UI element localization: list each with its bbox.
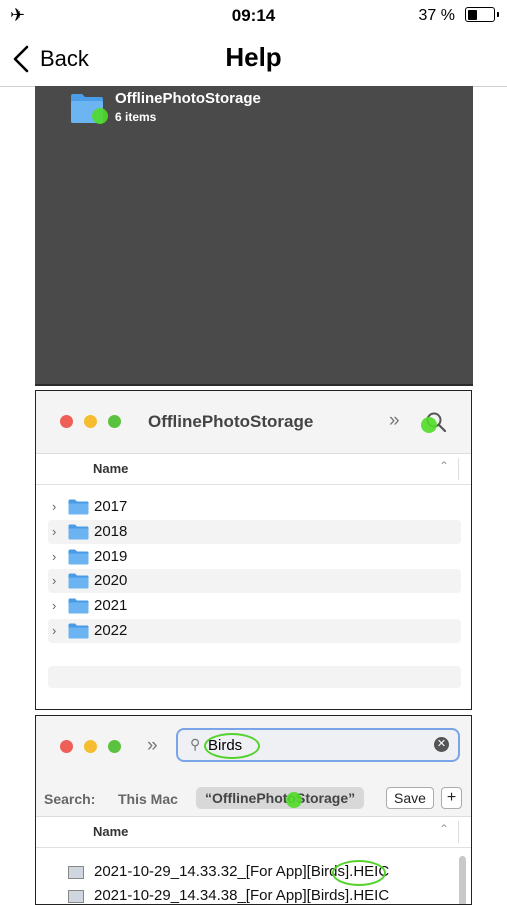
search-result-row[interactable]: 2021-10-29_14.34.38_[For App][Birds].HEI… [48, 885, 455, 904]
folder-row[interactable]: › 2017 [48, 495, 461, 519]
column-header[interactable]: Name ⌃ [36, 454, 471, 485]
window-titlebar: » ⚲ ✕ [36, 716, 471, 782]
toolbar-more-icon[interactable]: » [389, 410, 400, 432]
highlight-ring [332, 860, 386, 886]
image-file-icon [68, 890, 84, 903]
image-file-icon [68, 866, 84, 879]
folder-row-label: 2021 [94, 597, 128, 615]
nav-bar: Back Help [0, 32, 507, 87]
folder-row[interactable]: › 2022 [48, 619, 461, 643]
name-column-header[interactable]: Name [93, 461, 128, 476]
scope-this-mac[interactable]: This Mac [118, 791, 178, 807]
folder-icon [68, 598, 89, 614]
disclosure-triangle-icon[interactable]: › [52, 549, 56, 564]
finder-search-window: » ⚲ ✕ Search: This Mac “OfflinePhotoStor… [35, 715, 472, 905]
folder-row-label: 2022 [94, 622, 128, 639]
toolbar-more-icon[interactable]: » [147, 735, 158, 757]
tap-indicator [92, 108, 108, 124]
column-header[interactable]: Name ⌃ [36, 817, 471, 848]
tap-indicator [286, 792, 302, 808]
finder-window: OfflinePhotoStorage » Name ⌃ › 2017 › 2018 ›… [35, 390, 472, 710]
search-result-label: 2021-10-29_14.34.38_[For App][Birds].HEI… [94, 887, 390, 904]
column-divider [458, 458, 459, 480]
folder-icon [68, 499, 89, 515]
name-column-header[interactable]: Name [93, 824, 128, 839]
folder-row[interactable]: › 2019 [48, 545, 461, 569]
folder-icon [68, 573, 89, 589]
disclosure-triangle-icon[interactable]: › [52, 524, 56, 539]
folder-name[interactable]: OfflinePhotoStorage [115, 90, 261, 107]
battery-nub [497, 12, 499, 17]
scrollbar[interactable] [459, 856, 466, 904]
highlight-ring [204, 733, 260, 759]
window-title: OfflinePhotoStorage [148, 412, 314, 431]
page-title: Help [225, 42, 282, 72]
search-scope-bar: Search: This Mac “OfflinePhotoStorage” S… [36, 782, 471, 817]
folder-preview-panel: OfflinePhotoStorage 6 items [35, 86, 473, 386]
folder-icon [68, 623, 89, 639]
battery-icon [465, 7, 499, 22]
folder-row[interactable]: › 2021 [48, 594, 461, 618]
close-button[interactable] [60, 740, 73, 753]
search-result-row[interactable]: 2021-10-29_14.33.32_[For App][Birds].HEI… [48, 861, 455, 883]
battery-fill [467, 9, 477, 20]
sort-ascending-icon: ⌃ [438, 459, 449, 473]
folder-row-label: 2019 [94, 547, 128, 565]
minimize-button[interactable] [84, 740, 97, 753]
disclosure-triangle-icon[interactable]: › [52, 573, 56, 588]
scope-label: Search: [44, 791, 96, 807]
save-search-button[interactable]: Save [386, 787, 434, 809]
folder-row-label: 2017 [94, 498, 128, 515]
zoom-button[interactable] [108, 415, 121, 428]
tap-indicator [421, 417, 437, 433]
folder-row-label: 2018 [94, 522, 128, 540]
folder-row[interactable]: › 2018 [48, 519, 461, 544]
disclosure-triangle-icon[interactable]: › [52, 598, 56, 613]
clear-search-icon[interactable]: ✕ [434, 737, 449, 752]
folder-item-count: 6 items [115, 110, 157, 124]
folder-row-label: 2020 [94, 572, 128, 590]
minimize-button[interactable] [84, 415, 97, 428]
folder-row[interactable]: › 2020 [48, 569, 461, 594]
column-divider [458, 821, 459, 843]
scope-current-folder[interactable]: “OfflinePhotoStorage” [196, 787, 365, 809]
search-field[interactable]: ⚲ ✕ [176, 728, 460, 762]
disclosure-triangle-icon[interactable]: › [52, 623, 56, 638]
folder-icon [68, 549, 89, 565]
sort-ascending-icon: ⌃ [438, 822, 449, 836]
battery-percent: 37 % [418, 7, 455, 24]
folder-icon [68, 524, 89, 540]
add-criteria-button[interactable]: + [441, 787, 462, 809]
zoom-button[interactable] [108, 740, 121, 753]
status-bar: ✈ 09:14 37 % [0, 0, 507, 32]
disclosure-triangle-icon[interactable]: › [52, 499, 56, 514]
empty-row [48, 666, 461, 688]
window-titlebar: OfflinePhotoStorage » [36, 391, 471, 454]
search-icon: ⚲ [190, 736, 201, 752]
close-button[interactable] [60, 415, 73, 428]
